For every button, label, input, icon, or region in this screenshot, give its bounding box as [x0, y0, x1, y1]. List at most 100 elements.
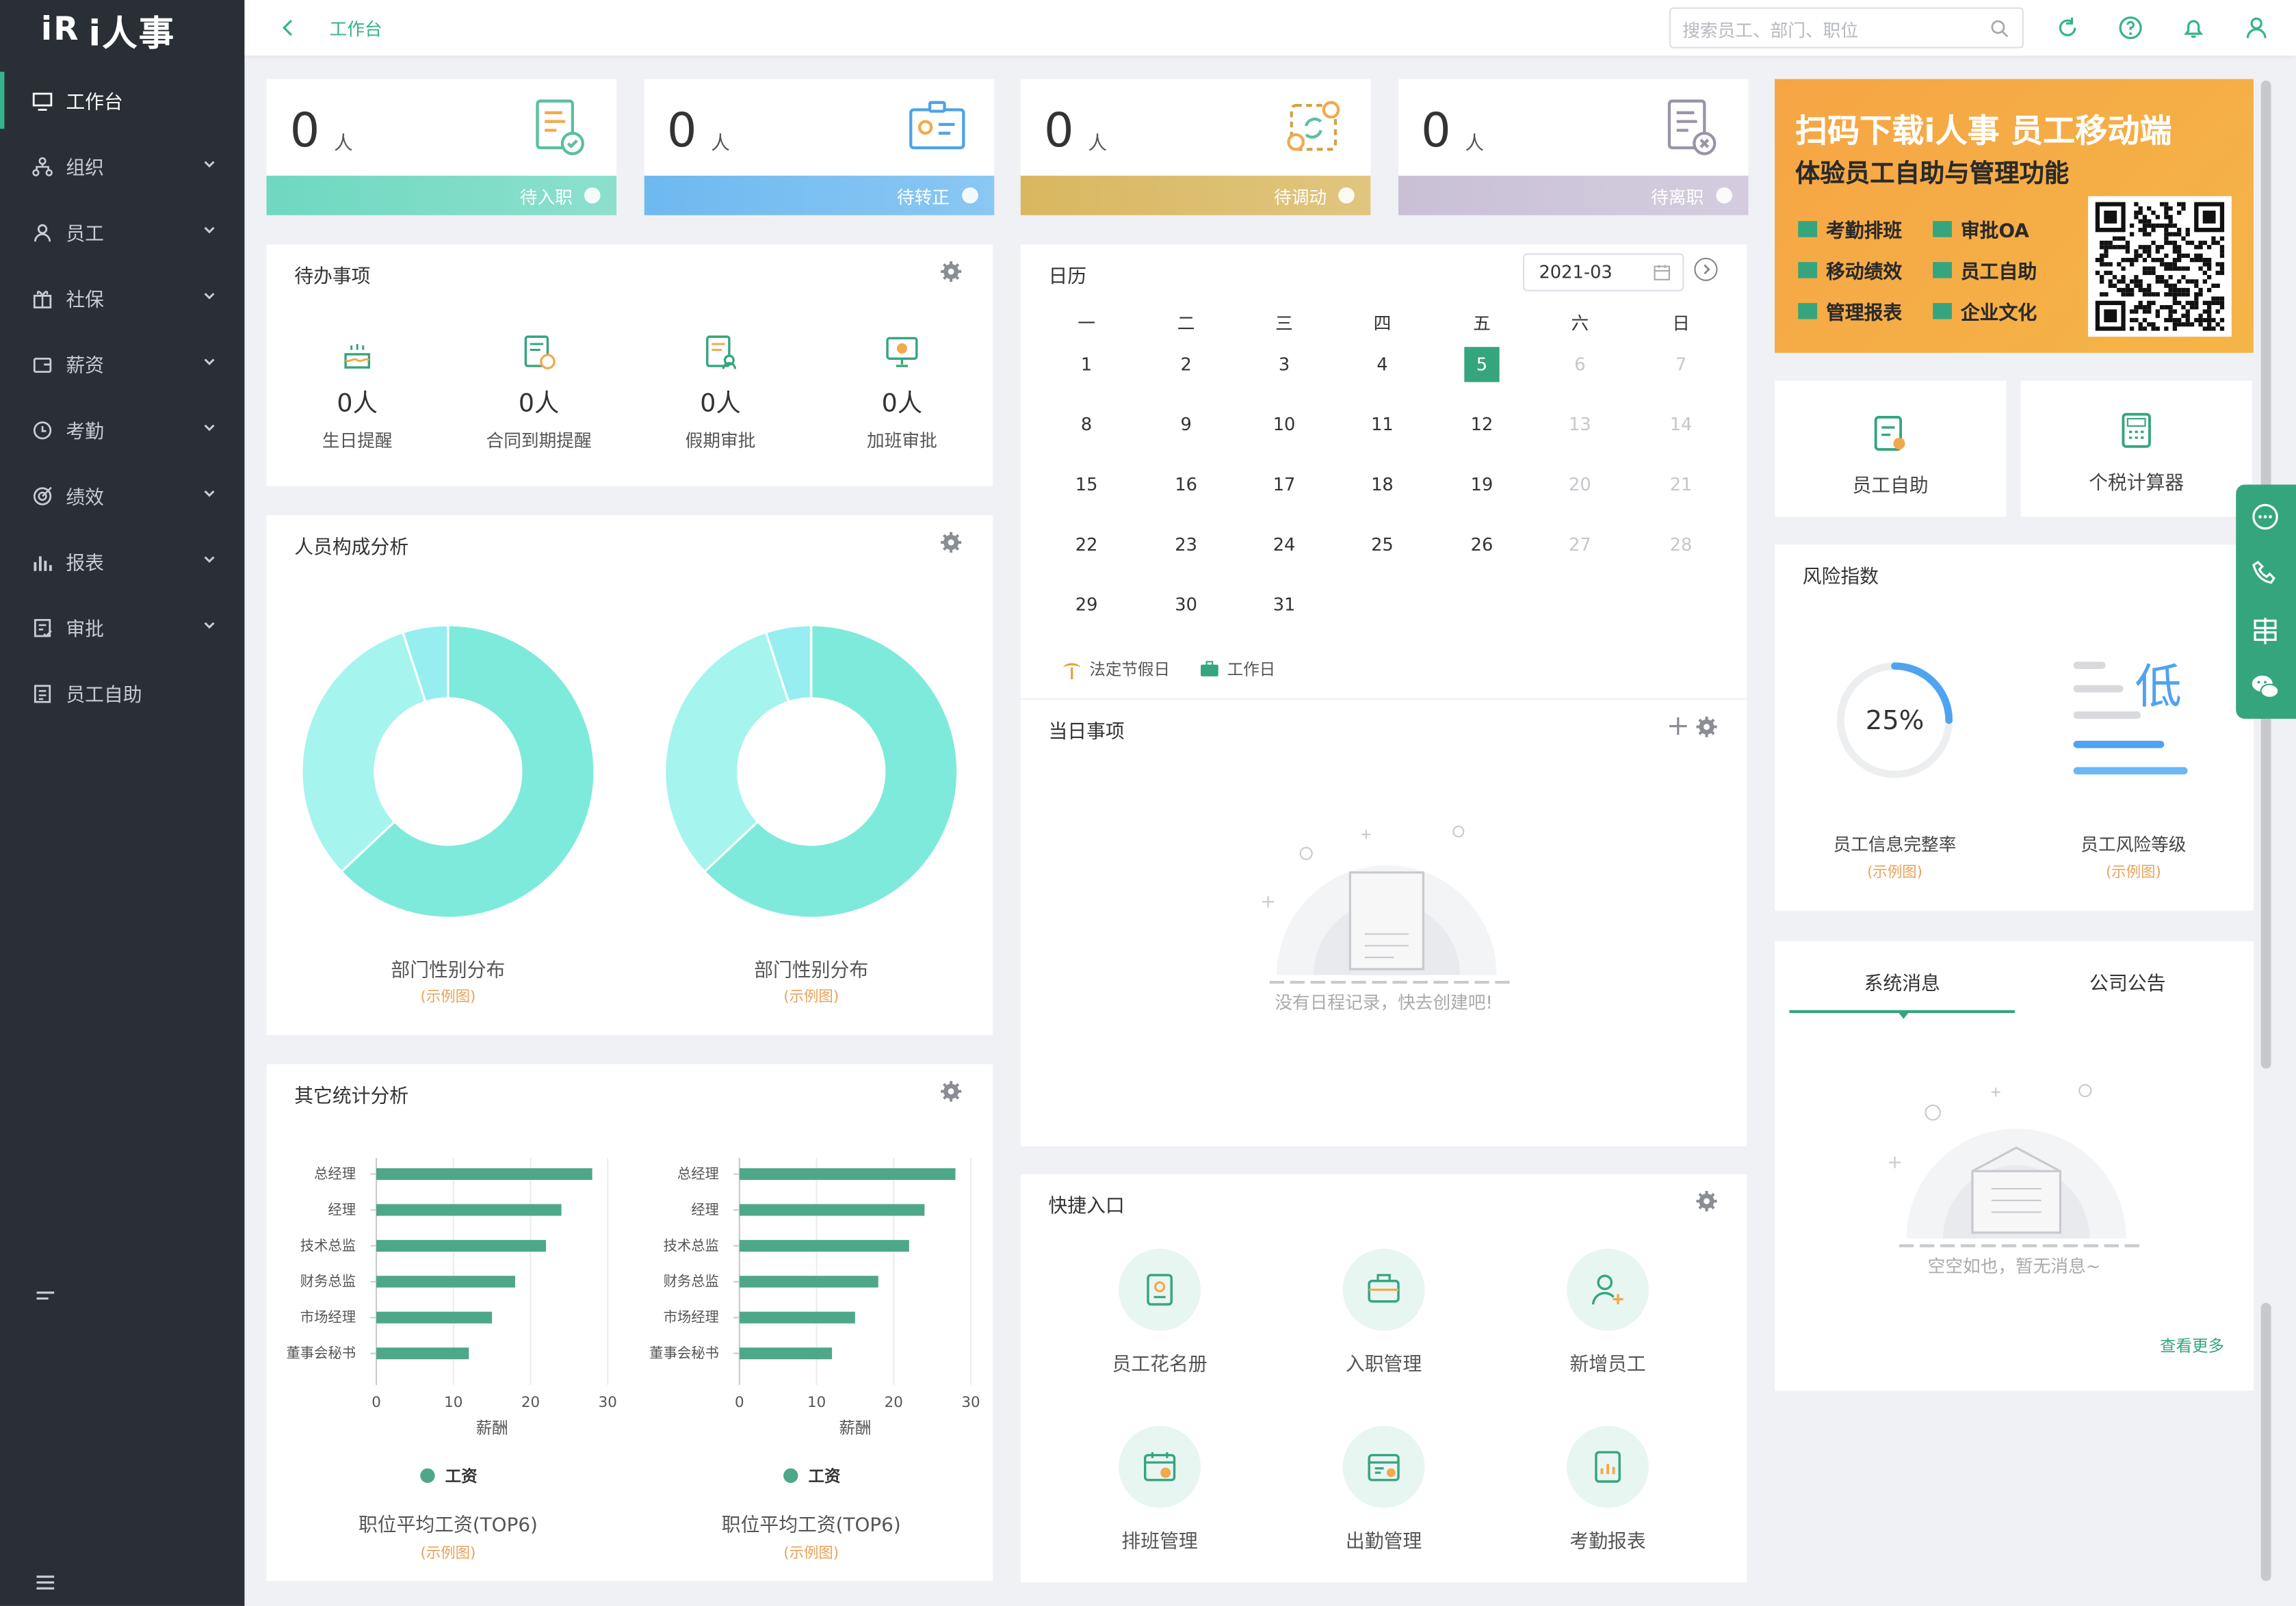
bar[interactable] [739, 1168, 956, 1181]
bar[interactable] [376, 1239, 547, 1252]
calendar-day[interactable]: 26 [1464, 527, 1499, 562]
calendar-day[interactable]: 13 [1563, 407, 1597, 442]
stat-card[interactable]: 0 人待入职 [266, 79, 617, 215]
phone-icon[interactable] [2251, 557, 2280, 587]
sidebar-item-6[interactable]: 绩效 [0, 462, 244, 528]
bar[interactable] [739, 1276, 878, 1288]
calendar-day[interactable]: 5 [1464, 347, 1500, 382]
calendar-day[interactable]: 2 [1169, 347, 1203, 382]
calendar-day[interactable]: 23 [1169, 527, 1203, 562]
quick-entry[interactable]: 入职管理 [1318, 1248, 1450, 1376]
sidebar-item-3[interactable]: 社保 [0, 265, 244, 330]
sidebar-item-8[interactable]: 审批 [0, 594, 244, 660]
breadcrumb[interactable]: 工作台 [330, 16, 382, 41]
bar[interactable] [376, 1347, 469, 1360]
wechat-icon[interactable] [2251, 672, 2280, 701]
next-month-icon[interactable] [1693, 256, 1719, 283]
calendar-day[interactable]: 21 [1663, 467, 1698, 502]
todo-item[interactable]: 0人 合同到期提醒 [466, 332, 612, 453]
bar[interactable] [376, 1311, 493, 1324]
bell-icon[interactable] [2180, 14, 2207, 41]
calendar-day[interactable]: 31 [1266, 587, 1301, 622]
stat-card[interactable]: 0 人待转正 [643, 79, 994, 215]
scrollbar-thumb-lower[interactable] [2260, 1302, 2271, 1581]
tab-system-messages[interactable]: 系统消息 [1789, 968, 2015, 995]
bar[interactable] [376, 1276, 515, 1288]
calendar-day[interactable]: 27 [1563, 527, 1597, 562]
calendar-day[interactable]: 20 [1563, 467, 1597, 502]
todo-item[interactable]: 0人 生日提醒 [284, 332, 430, 453]
quick-entry[interactable]: 出勤管理 [1318, 1425, 1450, 1553]
bar[interactable] [376, 1204, 562, 1216]
gear-icon[interactable] [1695, 1190, 1717, 1212]
calendar-day[interactable]: 18 [1365, 467, 1400, 502]
month-picker[interactable]: 2021-03 [1522, 253, 1684, 291]
chat-icon[interactable] [2251, 502, 2280, 531]
stat-bar[interactable]: 待入职 [266, 175, 617, 215]
refresh-icon[interactable] [2054, 14, 2081, 41]
sidebar-item-7[interactable]: 报表 [0, 529, 244, 594]
calendar-day[interactable]: 15 [1069, 467, 1104, 502]
calendar-day[interactable]: 11 [1365, 407, 1400, 442]
logo[interactable]: iR i人事 [0, 0, 244, 59]
calendar-day[interactable]: 10 [1266, 407, 1301, 442]
calendar-day[interactable]: 12 [1464, 407, 1499, 442]
calendar-day[interactable]: 14 [1663, 407, 1698, 442]
bar[interactable] [739, 1204, 925, 1216]
gear-icon[interactable] [940, 261, 962, 282]
tool-self-service[interactable]: 员工自助 [1775, 380, 2007, 517]
tool-tax-calculator[interactable]: 个税计算器 [2020, 380, 2252, 517]
stat-bar[interactable]: 待调动 [1020, 175, 1371, 215]
bar[interactable] [376, 1168, 592, 1181]
quick-entry[interactable]: 排班管理 [1094, 1425, 1226, 1553]
calendar-day[interactable]: 22 [1069, 527, 1104, 562]
calendar-day[interactable]: 25 [1365, 527, 1400, 562]
menu-icon[interactable] [35, 1572, 55, 1593]
calendar-day[interactable]: 29 [1069, 587, 1104, 622]
gear-icon[interactable] [1695, 716, 1717, 738]
sidebar-item-9[interactable]: 员工自助 [0, 660, 244, 726]
bar[interactable] [739, 1347, 833, 1360]
sidebar-item-4[interactable]: 薪资 [0, 331, 244, 397]
stat-bar[interactable]: 待转正 [643, 175, 994, 215]
tab-announcements[interactable]: 公司公告 [2015, 968, 2241, 995]
stat-card[interactable]: 0 人待调动 [1020, 79, 1371, 215]
user-icon[interactable] [2243, 14, 2270, 41]
sidebar-item-5[interactable]: 考勤 [0, 397, 244, 462]
back-icon[interactable] [280, 16, 298, 40]
quick-entry[interactable]: 员工花名册 [1094, 1248, 1226, 1376]
calendar-day[interactable]: 28 [1663, 527, 1698, 562]
signpost-icon[interactable] [2251, 616, 2280, 646]
collapse-icon[interactable] [35, 1285, 55, 1306]
calendar-day[interactable]: 24 [1266, 527, 1301, 562]
stat-card[interactable]: 0 人待离职 [1397, 79, 1748, 215]
sidebar-item-1[interactable]: 组织 [0, 133, 244, 199]
gear-icon[interactable] [940, 1081, 962, 1103]
sidebar-item-0[interactable]: 工作台 [0, 67, 244, 133]
bar[interactable] [739, 1311, 855, 1324]
calendar-day[interactable]: 30 [1169, 587, 1203, 622]
calendar-day[interactable]: 3 [1266, 347, 1301, 382]
calendar-day[interactable]: 1 [1069, 347, 1104, 382]
calendar-day[interactable]: 4 [1365, 347, 1400, 382]
calendar-day[interactable]: 19 [1464, 467, 1499, 502]
calendar-day[interactable]: 8 [1069, 407, 1104, 442]
quick-entry[interactable]: 考勤报表 [1542, 1425, 1674, 1553]
calendar-day[interactable]: 16 [1169, 467, 1203, 502]
calendar-day[interactable]: 6 [1563, 347, 1597, 382]
calendar-day[interactable]: 9 [1169, 407, 1203, 442]
todo-item[interactable]: 0人 加班审批 [829, 332, 975, 453]
calendar-day[interactable]: 17 [1266, 467, 1301, 502]
help-icon[interactable] [2117, 14, 2144, 41]
download-banner[interactable]: 扫码下载i人事 员工移动端 体验员工自助与管理功能 考勤排班 审批OA 移动绩效 员工… [1775, 79, 2254, 353]
bar[interactable] [739, 1239, 909, 1252]
gear-icon[interactable] [940, 531, 962, 553]
todo-item[interactable]: 0人 假期审批 [647, 332, 794, 453]
sidebar-item-2[interactable]: 员工 [0, 199, 244, 265]
add-icon[interactable] [1668, 716, 1688, 737]
calendar-day[interactable]: 7 [1663, 347, 1698, 382]
search-input[interactable]: 搜索员工、部门、职位 [1669, 7, 2024, 49]
stat-bar[interactable]: 待离职 [1397, 175, 1748, 215]
quick-entry[interactable]: 新增员工 [1542, 1248, 1674, 1376]
view-more-link[interactable]: 查看更多 [2160, 1334, 2224, 1357]
